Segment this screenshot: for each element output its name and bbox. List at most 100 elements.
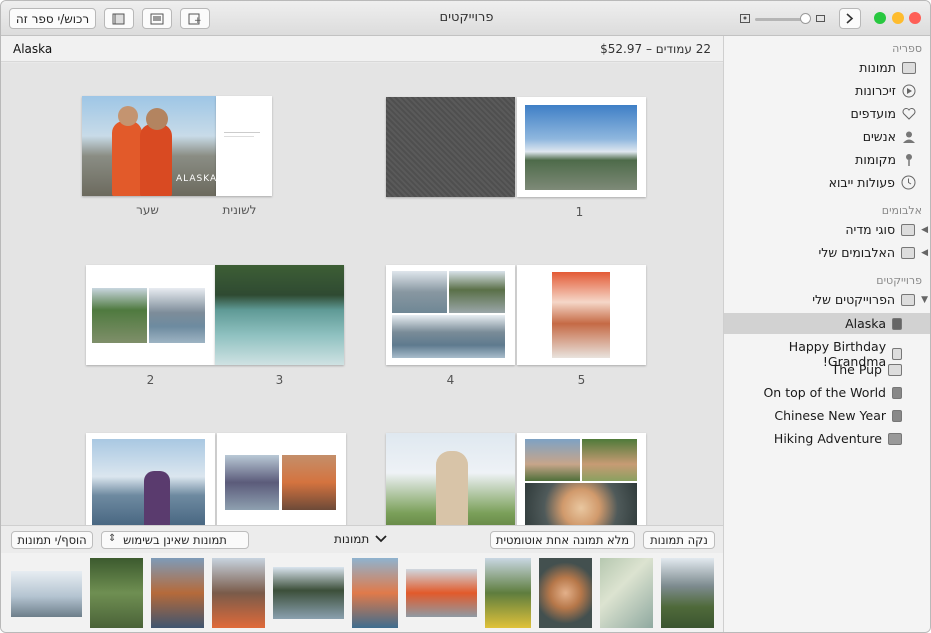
- cover-spread[interactable]: ALASKA: [82, 96, 272, 196]
- spread-6-7[interactable]: [86, 433, 346, 525]
- sidebar-item-label: Chinese New Year: [774, 408, 886, 423]
- page-options-button[interactable]: [104, 8, 134, 29]
- person-icon: [903, 131, 915, 143]
- disclosure-triangle-open-icon[interactable]: ▼: [921, 295, 928, 305]
- heart-icon: [902, 108, 916, 120]
- thumb-photo[interactable]: [90, 558, 143, 628]
- thumb-map[interactable]: [600, 558, 653, 628]
- project-header: Alaska 22 עמודים – $52.97: [1, 36, 723, 62]
- flap-label: לשונית: [222, 203, 257, 217]
- back-button[interactable]: [839, 8, 861, 29]
- sidebar-item-places[interactable]: מקומות: [855, 152, 916, 167]
- page-6[interactable]: [86, 433, 215, 525]
- spread-8-9[interactable]: [386, 433, 646, 525]
- sidebar-item-photos[interactable]: תמונות: [859, 60, 916, 75]
- folder-icon: [901, 223, 916, 236]
- photos-menu[interactable]: תמונות: [334, 532, 387, 546]
- zoom-slider-knob[interactable]: [800, 13, 811, 24]
- page-3[interactable]: [215, 265, 344, 365]
- page-2[interactable]: [86, 265, 215, 365]
- page-2-label: 2: [146, 373, 155, 387]
- sidebar-item-label: זיכרונות: [855, 83, 896, 98]
- sidebar-item-my-albums[interactable]: ◀ האלבומים שלי: [819, 245, 929, 260]
- page-2-photo-a: [92, 288, 147, 343]
- sidebar-item-project-chinese-new-year[interactable]: Chinese New Year: [774, 408, 902, 423]
- chevron-right-icon: [846, 13, 854, 24]
- disclosure-triangle-icon[interactable]: ◀: [921, 248, 928, 258]
- photo-strip: [1, 553, 723, 632]
- book-pages-area: ALASKA שער לשונית 1 2 3 4 5: [1, 63, 723, 525]
- thumb-photo[interactable]: [11, 571, 82, 617]
- clear-photos-label: נקה תמונות: [650, 533, 708, 547]
- flap-text-line: [224, 132, 260, 133]
- sidebar-item-imports[interactable]: פעולות ייבוא: [829, 175, 916, 190]
- sidebar-item-people[interactable]: אנשים: [863, 129, 916, 144]
- project-name: Alaska: [13, 42, 53, 56]
- thumb-photo[interactable]: [485, 558, 531, 628]
- buy-book-label: רכוש/י ספר זה: [15, 11, 90, 26]
- flap-page[interactable]: [216, 96, 272, 196]
- autofill-button[interactable]: מלא תמונה אחת אוטומטית: [490, 531, 635, 549]
- layout-icon: [150, 13, 164, 24]
- projects-header: פרוייקטים: [876, 274, 922, 287]
- page-7-photo-b: [282, 455, 336, 510]
- thumb-photo[interactable]: [406, 569, 477, 617]
- sidebar-item-project-pup[interactable]: The Pup: [832, 362, 902, 377]
- slideshow-icon: [888, 432, 902, 445]
- page-9-photo-c: [525, 483, 637, 525]
- calendar-icon: [888, 363, 902, 376]
- add-photos-label: הוסף/י תמונות: [17, 533, 87, 547]
- page-icon: [112, 13, 125, 24]
- page-9-photo-a: [525, 439, 580, 481]
- thumb-photo[interactable]: [352, 558, 398, 628]
- page-3-label: 3: [275, 373, 284, 387]
- add-photos-button[interactable]: הוסף/י תמונות: [11, 531, 93, 549]
- add-page-button[interactable]: +: [180, 8, 210, 29]
- inside-cover-page[interactable]: [386, 97, 515, 197]
- spread-1[interactable]: [386, 97, 646, 197]
- sidebar-item-favorites[interactable]: מועדפים: [851, 106, 916, 121]
- page-4-photo-c: [392, 315, 505, 358]
- sidebar-item-project-hiking[interactable]: Hiking Adventure: [774, 431, 902, 446]
- close-window-button[interactable]: [909, 12, 921, 24]
- sidebar-item-my-projects[interactable]: ▼ הפרוייקטים שלי: [812, 292, 928, 307]
- face-left: [118, 106, 138, 126]
- page-5[interactable]: [517, 265, 646, 365]
- page-7[interactable]: [217, 433, 346, 525]
- clear-photos-button[interactable]: נקה תמונות: [643, 531, 715, 549]
- sidebar-item-label: הפרוייקטים שלי: [812, 292, 896, 307]
- kid-right: [140, 124, 172, 196]
- layout-button[interactable]: [142, 8, 172, 29]
- thumb-photo[interactable]: [212, 558, 265, 628]
- thumb-photo[interactable]: [151, 558, 204, 628]
- page-8[interactable]: [386, 433, 515, 525]
- sidebar-item-label: On top of the World: [763, 385, 886, 400]
- sidebar-item-project-top-world[interactable]: On top of the World: [763, 385, 902, 400]
- buy-book-button[interactable]: רכוש/י ספר זה: [9, 8, 96, 29]
- page-4[interactable]: [386, 265, 515, 365]
- unused-photos-popup[interactable]: תמונות שאינן בשימוש ⇕: [101, 531, 249, 549]
- zoom-window-button[interactable]: [874, 12, 886, 24]
- thumb-photo[interactable]: [661, 558, 714, 628]
- disclosure-triangle-icon[interactable]: ◀: [921, 225, 928, 235]
- photos-icon: [902, 61, 916, 74]
- sidebar-item-label: Alaska: [845, 316, 886, 331]
- spread-4-5[interactable]: [386, 265, 646, 365]
- page-1[interactable]: [517, 97, 646, 197]
- minimize-window-button[interactable]: [892, 12, 904, 24]
- spread-2-3[interactable]: [86, 265, 344, 365]
- thumb-photo[interactable]: [539, 558, 592, 628]
- add-page-icon: +: [188, 13, 202, 25]
- thumb-photo[interactable]: [273, 567, 344, 619]
- sidebar-item-memories[interactable]: זיכרונות: [855, 83, 916, 98]
- page-9[interactable]: [517, 433, 646, 525]
- kid-left: [112, 121, 142, 196]
- sidebar-item-project-alaska[interactable]: Alaska: [845, 316, 902, 331]
- page-4-label: 4: [446, 373, 455, 387]
- library-header: ספריה: [892, 42, 922, 55]
- page-4-photo-a: [392, 271, 447, 313]
- cover-page[interactable]: ALASKA: [82, 96, 216, 196]
- page-2-photo-b: [149, 288, 205, 343]
- photos-window: רכוש/י ספר זה + פרוייקטים Alaska 22 עמוד…: [0, 0, 931, 633]
- sidebar-item-media-types[interactable]: ◀ סוגי מדיה: [845, 222, 928, 237]
